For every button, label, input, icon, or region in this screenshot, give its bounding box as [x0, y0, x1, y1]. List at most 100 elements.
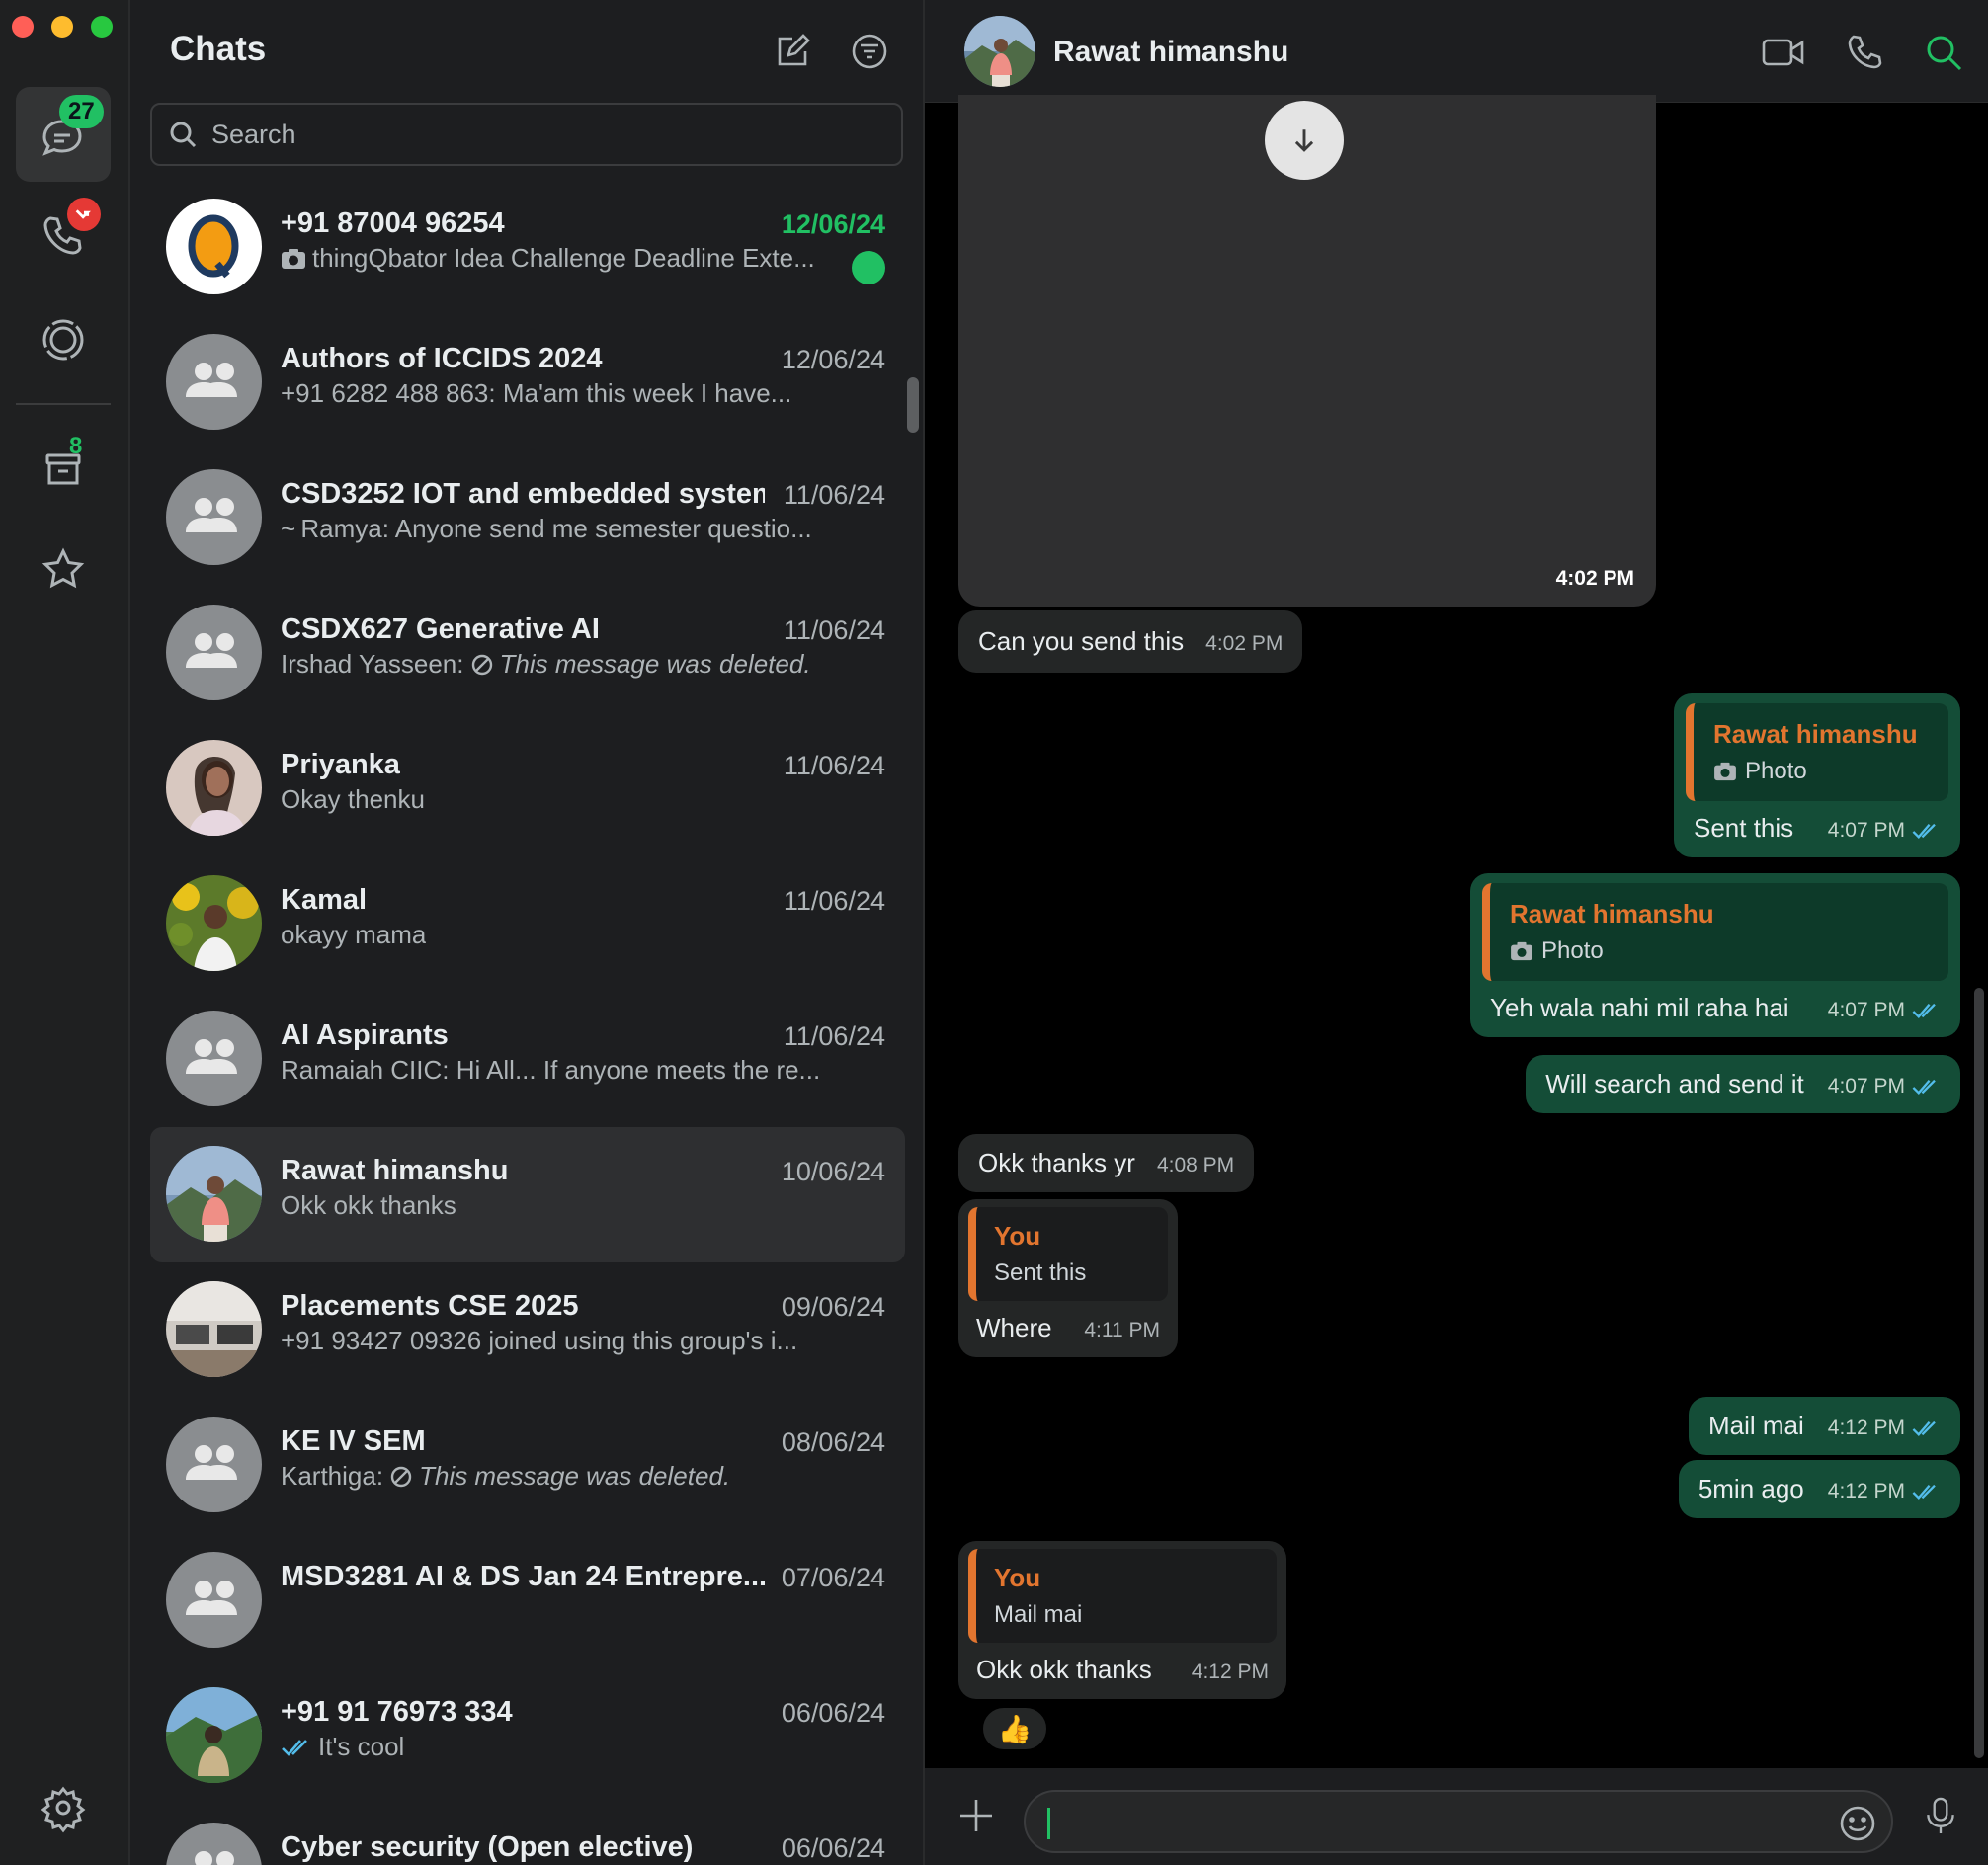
zoom-window-button[interactable]	[91, 16, 113, 38]
chat-row[interactable]: Authors of ICCIDS 2024 12/06/24 +91 6282…	[150, 315, 905, 450]
message-time: 4:02 PM	[1555, 567, 1634, 590]
search-input[interactable]	[211, 119, 883, 150]
chat-preview: Ramaiah CIIC: Hi All... If anyone meets …	[281, 1055, 821, 1085]
quoted-message[interactable]: Rawat himanshu Photo	[1482, 883, 1948, 981]
group-avatar	[166, 469, 262, 565]
outgoing-message[interactable]: 5min ago 4:12 PM	[1678, 1460, 1960, 1518]
group-icon	[186, 363, 237, 397]
video-call-button[interactable]	[1761, 30, 1806, 75]
incoming-message[interactable]: Can you send this 4:02 PM	[958, 610, 1303, 673]
nav-rail: 27 8	[0, 0, 130, 1865]
chat-row[interactable]: AI Aspirants 11/06/24 Ramaiah CIIC: Hi A…	[150, 992, 905, 1127]
message-text: Will search and send it	[1545, 1069, 1804, 1098]
group-avatar	[166, 1011, 262, 1106]
message-time: 4:02 PM	[1205, 632, 1284, 655]
quoted-message[interactable]: You Mail mai	[968, 1549, 1277, 1643]
chat-preview: Okay thenku	[281, 784, 425, 814]
quoted-text: Photo	[1510, 937, 1929, 965]
minimize-window-button[interactable]	[51, 16, 73, 38]
chat-preview: Karthiga: This message was deleted.	[281, 1461, 730, 1492]
contact-avatar[interactable]	[964, 16, 1035, 87]
chat-date: 11/06/24	[783, 615, 885, 645]
avatar	[166, 199, 262, 294]
incoming-message[interactable]: You Mail mai Okk okk thanks 4:12 PM	[958, 1541, 1286, 1699]
quoted-sender: Rawat himanshu	[1713, 719, 1918, 749]
outgoing-message[interactable]: Rawat himanshu Photo Yeh wala nahi mil r…	[1470, 873, 1960, 1037]
chat-date: 12/06/24	[781, 345, 885, 374]
calls-nav-button[interactable]	[16, 188, 111, 283]
chat-row[interactable]: +91 87004 96254 12/06/24 thingQbator Ide…	[150, 180, 905, 315]
chat-row[interactable]: Priyanka 11/06/24 Okay thenku	[150, 721, 905, 856]
star-icon	[41, 547, 85, 589]
chat-row[interactable]: Cyber security (Open elective) 06/06/24	[150, 1804, 905, 1865]
download-button[interactable]	[1265, 101, 1344, 180]
group-avatar	[166, 334, 262, 430]
group-icon	[195, 1851, 234, 1865]
chat-row[interactable]: +91 91 76973 334 06/06/24 It's cool	[150, 1668, 905, 1804]
status-icon	[42, 319, 84, 361]
chat-row[interactable]: KE IV SEM 08/06/24 Karthiga: This messag…	[150, 1398, 905, 1533]
chat-name: Rawat himanshu	[281, 1155, 509, 1186]
incoming-message[interactable]: Okk thanks yr 4:08 PM	[958, 1134, 1255, 1192]
chat-list-scrollbar[interactable]	[907, 377, 919, 433]
message-time: 4:07 PM	[1828, 819, 1941, 843]
voice-message-button[interactable]	[1923, 1794, 1958, 1842]
search-in-chat-button[interactable]	[1921, 30, 1966, 75]
message-text: Okk thanks yr	[978, 1148, 1135, 1177]
quoted-message[interactable]: Rawat himanshu Photo	[1686, 703, 1948, 801]
chat-list-panel: Chats +91 87004 96254 12/06/24	[130, 0, 925, 1865]
archived-nav-button[interactable]: 8	[16, 421, 111, 516]
message-text: Yeh wala nahi mil raha hai	[1490, 993, 1789, 1022]
message-time: 4:12 PM	[1828, 1417, 1941, 1440]
filter-chats-button[interactable]	[850, 32, 889, 71]
new-chat-button[interactable]	[773, 32, 812, 71]
conversation-scrollbar[interactable]	[1974, 988, 1984, 1758]
starred-nav-button[interactable]	[16, 522, 111, 616]
chat-preview: +91 93427 09326 joined using this group'…	[281, 1326, 798, 1355]
message-time: 4:12 PM	[1828, 1480, 1941, 1503]
incoming-message[interactable]: You Sent this Where 4:11 PM	[958, 1199, 1178, 1357]
double-tick-icon	[1912, 1080, 1936, 1095]
chat-date: 09/06/24	[781, 1292, 885, 1322]
settings-nav-button[interactable]	[16, 1760, 111, 1855]
chat-row[interactable]: Kamal 11/06/24 okayy mama	[150, 856, 905, 992]
chat-name: Priyanka	[281, 749, 400, 780]
status-nav-button[interactable]	[16, 292, 111, 387]
double-tick-icon	[1912, 824, 1936, 840]
chat-date: 11/06/24	[783, 751, 885, 780]
avatar	[166, 740, 262, 836]
image-message[interactable]: 4:02 PM	[958, 95, 1656, 607]
camera-icon	[1714, 762, 1736, 781]
message-input[interactable]	[1024, 1790, 1893, 1853]
phone-icon	[1848, 35, 1882, 69]
rail-divider	[16, 403, 111, 405]
chat-name: Placements CSE 2025	[281, 1290, 579, 1322]
conversation-header[interactable]: Rawat himanshu	[925, 0, 1988, 103]
outgoing-message[interactable]: Rawat himanshu Photo Sent this 4:07 PM	[1674, 693, 1960, 857]
emoji-button[interactable]	[1838, 1804, 1877, 1848]
quoted-sender: Rawat himanshu	[1510, 899, 1714, 929]
filter-icon	[852, 34, 887, 69]
search-bar[interactable]	[150, 103, 903, 166]
contact-name[interactable]: Rawat himanshu	[1053, 36, 1288, 69]
chat-row[interactable]: CSDX627 Generative AI 11/06/24 Irshad Ya…	[150, 586, 905, 721]
search-icon	[1927, 36, 1962, 71]
reaction-badge[interactable]: 👍	[980, 1705, 1049, 1752]
chat-row[interactable]: CSD3252 IOT and embedded system 11/06/24…	[150, 450, 905, 586]
chat-row[interactable]: MSD3281 AI & DS Jan 24 Entrepre... 07/06…	[150, 1533, 905, 1668]
chat-row[interactable]: Placements CSE 2025 09/06/24 +91 93427 0…	[150, 1262, 905, 1398]
voice-call-button[interactable]	[1842, 30, 1887, 75]
chat-preview-sender: Karthiga:	[281, 1461, 384, 1491]
chats-nav-button[interactable]: 27	[16, 87, 111, 182]
attach-button[interactable]	[956, 1796, 996, 1840]
group-avatar	[166, 605, 262, 700]
conversation-panel: Rawat himanshu 4:02 PM Can you send this…	[925, 0, 1988, 1865]
group-icon	[186, 498, 237, 532]
outgoing-message[interactable]: Will search and send it 4:07 PM	[1526, 1055, 1960, 1113]
quoted-message[interactable]: You Sent this	[968, 1207, 1168, 1301]
group-avatar	[166, 1552, 262, 1648]
chat-row-selected[interactable]: Rawat himanshu 10/06/24 Okk okk thanks	[150, 1127, 905, 1262]
outgoing-message[interactable]: Mail mai 4:12 PM	[1688, 1397, 1960, 1455]
double-tick-icon	[1912, 1485, 1936, 1500]
close-window-button[interactable]	[12, 16, 34, 38]
